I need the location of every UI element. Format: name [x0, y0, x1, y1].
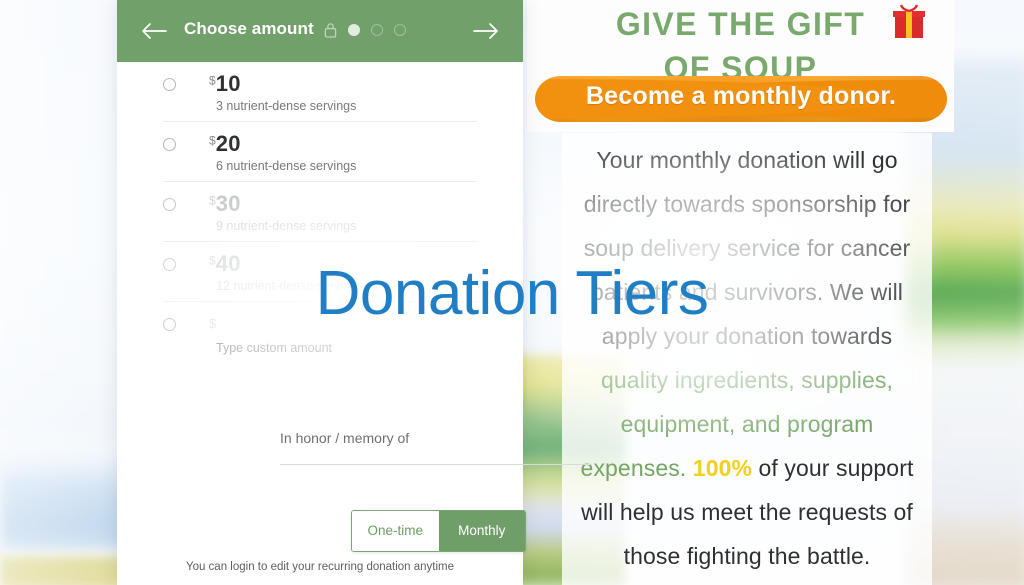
tier-option-30[interactable]: $30 9 nutrient-dense servings — [163, 182, 477, 242]
tier-option-10[interactable]: $10 3 nutrient-dense servings — [163, 62, 477, 122]
promo-body-text: Your monthly donation will go directly t… — [567, 138, 927, 578]
tier-value: 10 — [215, 71, 241, 96]
tier-amount: $10 — [209, 71, 241, 97]
tier-amount: $30 — [209, 191, 241, 217]
donation-tier-list: $10 3 nutrient-dense servings $20 6 nutr… — [117, 62, 523, 361]
tier-currency: $ — [209, 316, 217, 331]
custom-amount-label: Type custom amount — [216, 341, 333, 355]
step-dot-1[interactable] — [348, 24, 360, 36]
promo-body-percent-highlight: 100% — [692, 455, 753, 481]
tier-currency: $ — [209, 193, 216, 208]
frequency-toggle[interactable]: One-time Monthly — [351, 510, 526, 552]
honor-memory-label: In honor / memory of — [280, 430, 410, 446]
promo-heading-line1: GIVE THE GIFT — [615, 6, 866, 42]
tier-option-20[interactable]: $20 6 nutrient-dense servings — [163, 122, 477, 182]
arrow-left-icon — [142, 23, 167, 39]
promo-panel: GIVE THE GIFT OF SOUP Become a monthly d… — [527, 0, 954, 585]
step-dot-3[interactable] — [394, 24, 406, 36]
one-time-button[interactable]: One-time — [352, 511, 439, 551]
tier-option-custom[interactable]: $ Type custom amount — [163, 302, 477, 361]
tier-currency: $ — [209, 133, 216, 148]
tier-radio[interactable] — [163, 138, 176, 151]
lock-icon — [324, 23, 337, 38]
tier-radio[interactable] — [163, 78, 176, 91]
promo-body-part1: Your monthly donation will go directly t… — [583, 147, 911, 349]
monthly-button[interactable]: Monthly — [438, 511, 525, 551]
tier-option-40[interactable]: $40 12 nutrient-dense servings — [163, 242, 477, 302]
tier-description: 6 nutrient-dense servings — [216, 159, 357, 173]
donation-card: Choose amount $10 3 nutrient-dense servi… — [117, 0, 592, 585]
tier-currency: $ — [209, 253, 216, 268]
tier-value: 40 — [215, 251, 241, 276]
tier-amount: $20 — [209, 131, 241, 157]
tier-description: 3 nutrient-dense servings — [216, 99, 357, 113]
promo-banner-text: Become a monthly donor. — [585, 82, 897, 110]
tier-description: 9 nutrient-dense servings — [216, 219, 357, 233]
next-button[interactable] — [465, 0, 507, 62]
step-indicator — [324, 22, 406, 38]
card-header: Choose amount — [117, 0, 523, 62]
tier-value: 30 — [215, 191, 241, 216]
honor-memory-underline — [280, 464, 592, 465]
honor-memory-field[interactable]: In honor / memory of — [280, 430, 592, 465]
tier-amount: $40 — [209, 251, 241, 277]
tier-radio[interactable] — [163, 258, 176, 271]
back-button[interactable] — [133, 0, 175, 62]
gift-box-icon — [893, 4, 925, 38]
tier-description: 12 nutrient-dense servings — [216, 279, 364, 293]
tier-radio[interactable] — [163, 318, 176, 331]
tier-radio[interactable] — [163, 198, 176, 211]
tier-currency: $ — [209, 73, 216, 88]
arrow-right-icon — [473, 23, 498, 39]
recurring-donation-note: You can login to edit your recurring don… — [185, 561, 455, 573]
card-title: Choose amount — [184, 19, 314, 38]
step-dot-2[interactable] — [371, 24, 383, 36]
tier-value: 20 — [215, 131, 241, 156]
screenshot-stage: GIVE THE GIFT OF SOUP Become a monthly d… — [0, 0, 1024, 585]
